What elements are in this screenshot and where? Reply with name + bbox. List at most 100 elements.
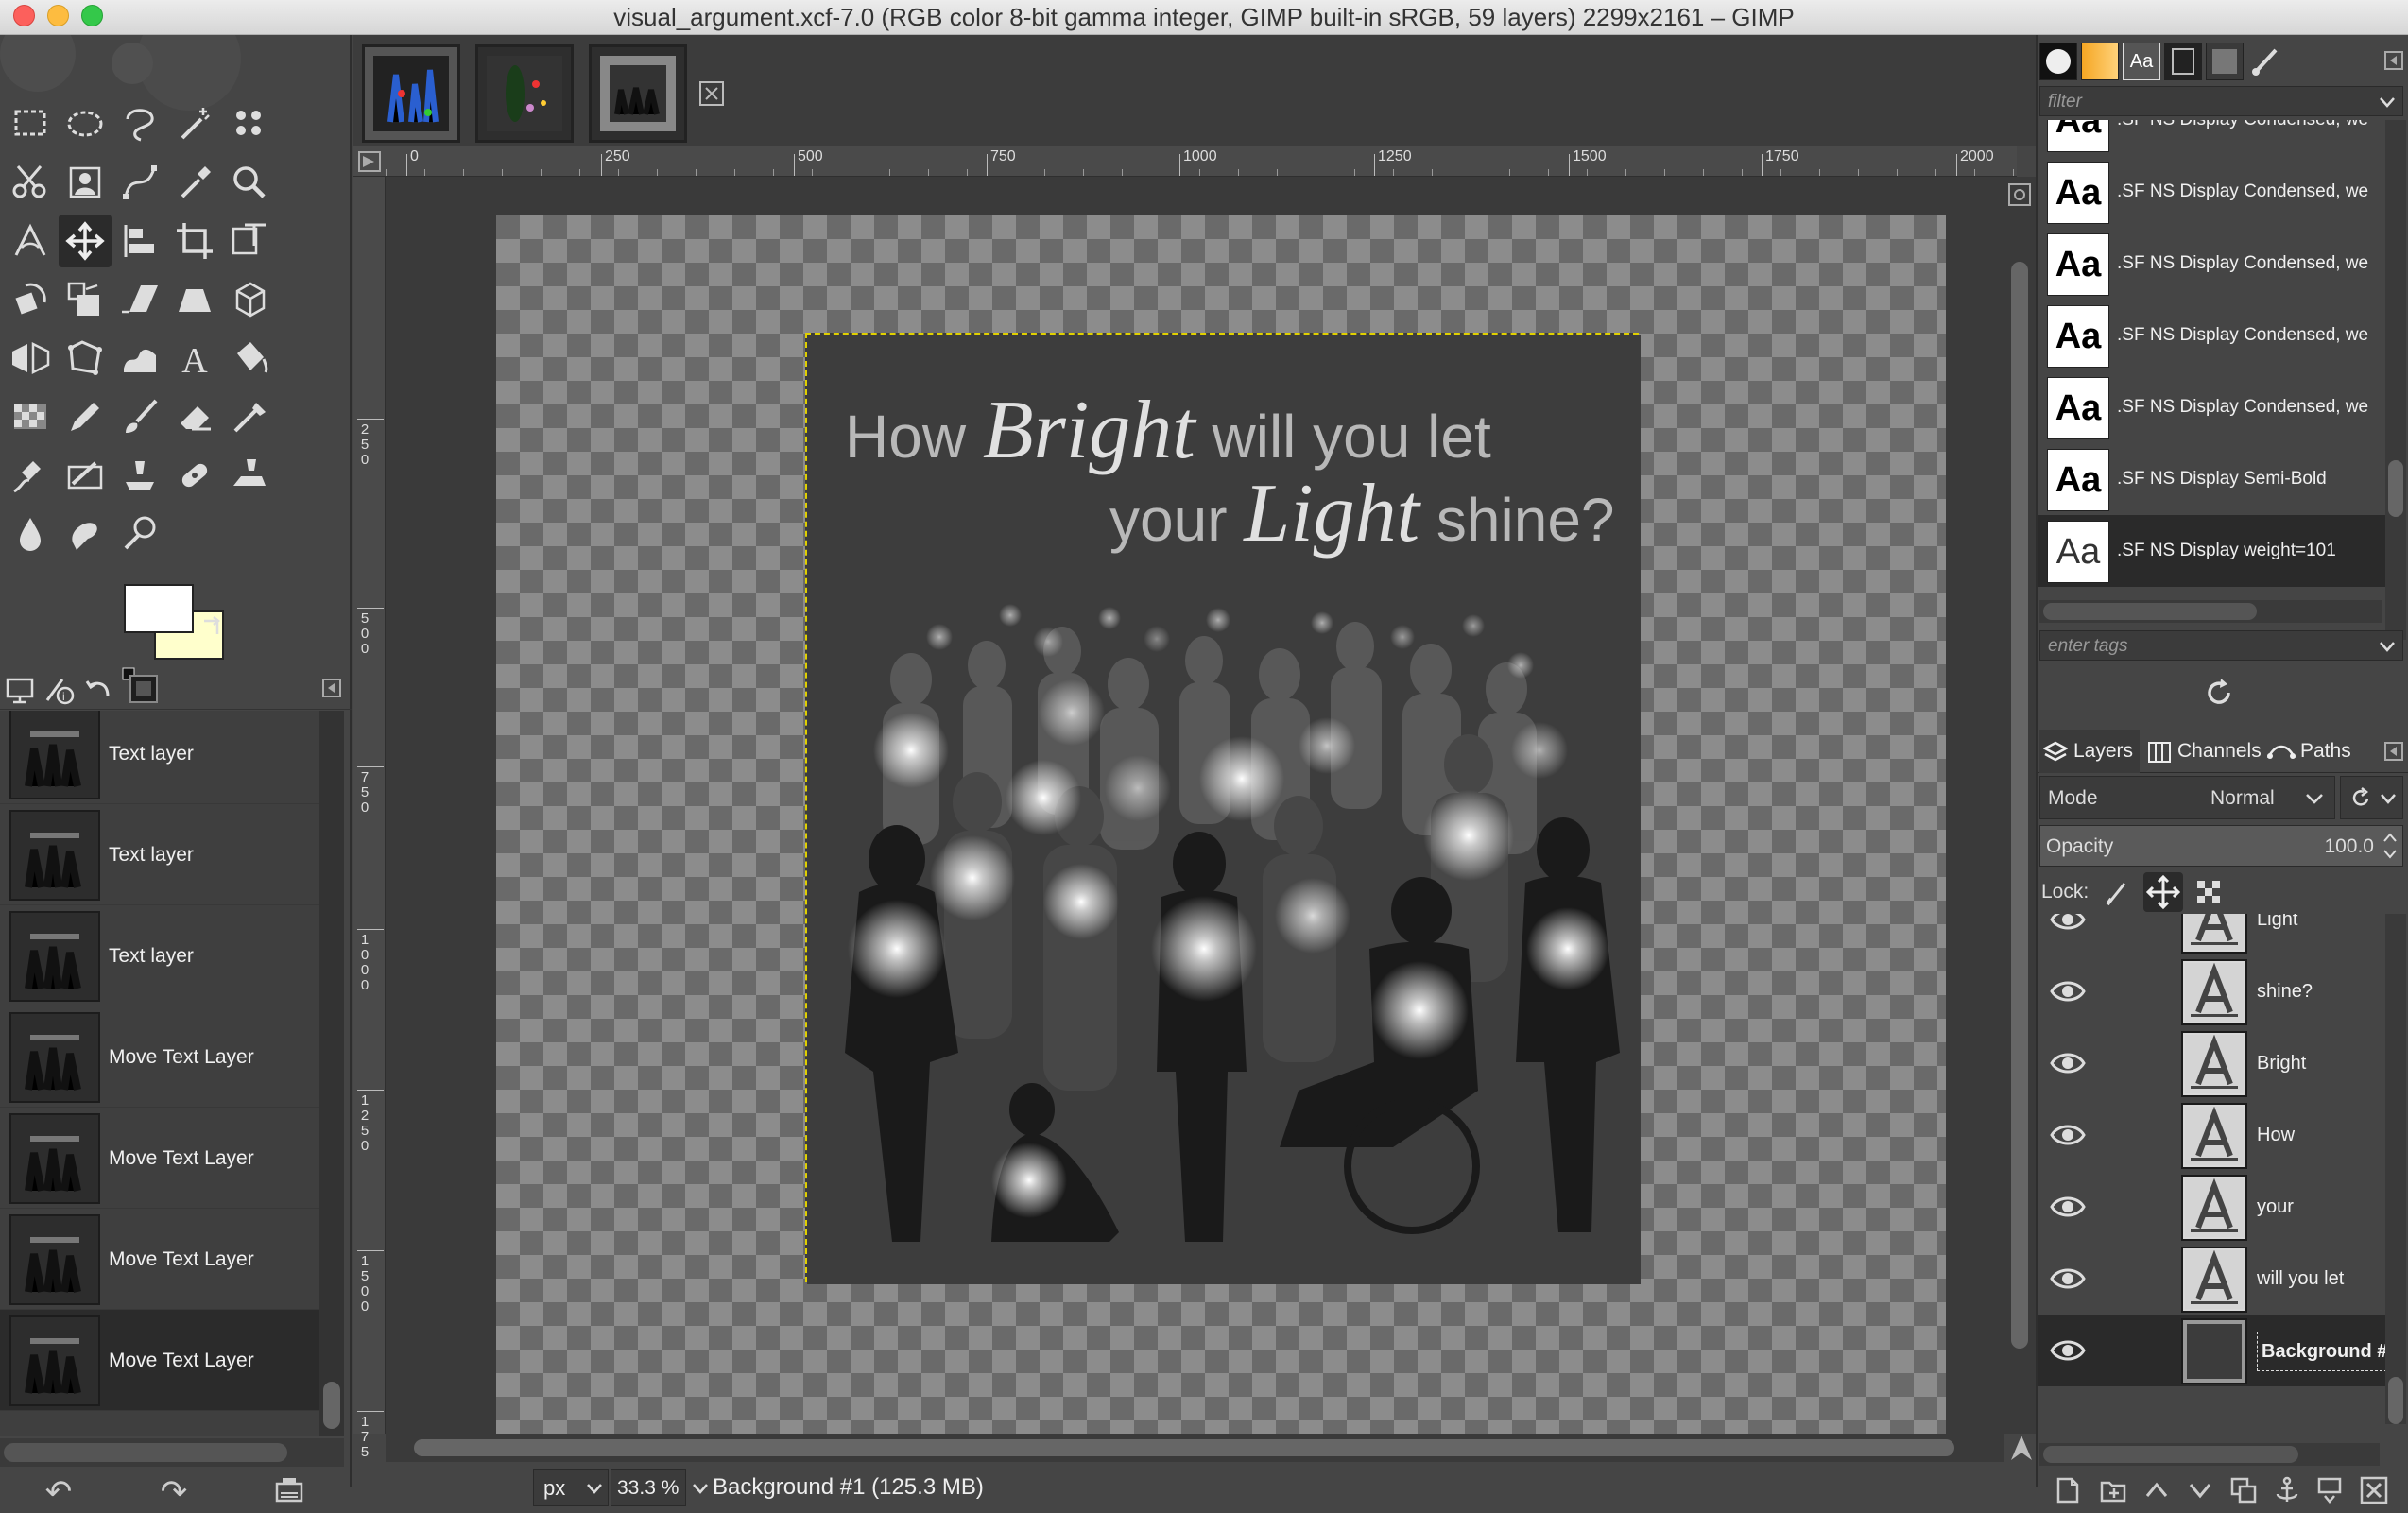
close-image-tab-icon[interactable] [698,80,725,107]
font-list-item[interactable]: Aa .SF NS Display weight=101 [2038,515,2385,587]
layer-mode-select[interactable]: Mode Normal [2039,776,2335,819]
tab-paths[interactable]: Paths [2264,730,2368,773]
undo-history-item[interactable]: Text layer [0,804,321,905]
perspective-tool-button[interactable] [168,273,221,326]
layer-row[interactable]: shine? [2038,955,2385,1027]
eye-icon[interactable] [2049,1046,2087,1080]
unified-transform-tool-button[interactable] [223,215,276,267]
eye-icon[interactable] [2049,1118,2087,1152]
canvas-hscrollbar[interactable] [386,1434,2032,1462]
crop-tool-button[interactable] [168,215,221,267]
measure-tool-button[interactable] [4,215,57,267]
undo-history-item[interactable]: Move Text Layer [0,1310,321,1411]
dodge-burn-tool-button[interactable] [113,507,166,560]
warp-tool-button[interactable] [113,332,166,385]
smudge-tool-button[interactable] [59,507,112,560]
shear-tool-button[interactable] [113,273,166,326]
font-list-item[interactable]: Aa.SF NS Display Condensed, we [2038,371,2385,443]
raise-layer-button[interactable] [2138,1471,2176,1509]
heal-tool-button[interactable] [168,449,221,502]
perspective-clone-tool-button[interactable] [223,449,276,502]
font-tags-input[interactable]: enter tags [2039,630,2403,661]
ellipse-select-tool-button[interactable] [59,97,112,150]
layers-scrollbar[interactable] [2385,914,2406,1424]
align-tool-button[interactable] [113,215,166,267]
select-by-color-tool-button[interactable] [223,97,276,150]
pencil-tool-button[interactable] [59,390,112,443]
patterns-tab-icon[interactable] [2081,43,2119,80]
rect-select-tool-button[interactable] [4,97,57,150]
font-filter-input[interactable]: filter [2039,86,2403,116]
image-tab-2[interactable] [475,44,574,143]
clone-tool-button[interactable] [113,449,166,502]
dock-menu-icon[interactable] [2383,741,2404,762]
zoom-to-fit-icon[interactable] [2007,182,2032,207]
unit-select[interactable]: px [533,1469,609,1506]
undo-history-item[interactable]: Text layer [0,711,321,804]
airbrush-tool-button[interactable] [223,390,276,443]
tab-channels[interactable]: Channels [2143,730,2262,773]
opacity-spin-buttons[interactable] [2380,828,2400,864]
font-list-item[interactable]: Aa.SF NS Display Condensed, we [2038,120,2385,156]
tool-options-tab-icon[interactable] [4,672,38,706]
eye-icon[interactable] [2049,974,2087,1008]
gradient-tool-button[interactable] [4,390,57,443]
swap-colors-icon[interactable] [200,613,225,638]
image-tab-3[interactable] [589,44,687,143]
blur-tool-button[interactable] [4,507,57,560]
quick-mask-corner-icon[interactable] [353,146,386,177]
mypaint-brush-tool-button[interactable] [59,449,112,502]
dock-menu-icon[interactable] [2383,50,2404,71]
lower-layer-button[interactable] [2181,1471,2219,1509]
layers-hscrollbar[interactable] [2039,1443,2380,1466]
refresh-fonts-button[interactable] [2200,676,2238,714]
scale-tool-button[interactable] [59,273,112,326]
free-select-tool-button[interactable] [113,97,166,150]
new-layer-group-button[interactable] [2094,1471,2132,1509]
cage-tool-button[interactable] [59,332,112,385]
rotate-tool-button[interactable] [4,273,57,326]
new-layer-button[interactable] [2049,1471,2087,1509]
canvas-vscrollbar[interactable] [2004,177,2036,1434]
device-status-tab-icon[interactable]: i [42,672,76,706]
ink-tool-button[interactable] [4,449,57,502]
font-list-item[interactable]: Aa .SF NS Display Semi-Bold [2038,443,2385,515]
lock-alpha-icon[interactable] [2194,878,2223,906]
undo-scrollbar[interactable] [319,711,344,1436]
flip-tool-button[interactable] [4,332,57,385]
font-list-item[interactable]: Aa.SF NS Display Condensed, we [2038,300,2385,371]
paintbrush-tool-button[interactable] [113,390,166,443]
font-list-hscrollbar[interactable] [2039,600,2382,623]
undo-hscrollbar[interactable] [0,1438,344,1467]
tab-layers[interactable]: Layers [2039,730,2140,773]
color-picker-tool-button[interactable] [168,156,221,209]
brushes-tab-icon[interactable] [2039,43,2077,80]
undo-history-item[interactable]: Move Text Layer [0,1209,321,1310]
image-viewport[interactable]: How Bright will you let your Light shine… [386,177,2004,1434]
3d-transform-tool-button[interactable] [223,273,276,326]
images-tab-icon[interactable] [127,672,161,706]
foreground-color-swatch[interactable] [124,584,194,633]
undo-history-item[interactable]: Text layer [0,905,321,1006]
font-list-item[interactable]: Aa.SF NS Display Condensed, we [2038,156,2385,228]
paths-tool-button[interactable] [113,156,166,209]
font-list-item[interactable]: Aa.SF NS Display Condensed, we [2038,228,2385,300]
layer-row[interactable]: Background # [2038,1315,2385,1386]
undo-button[interactable]: ↶ [38,1471,79,1513]
eye-icon[interactable] [2049,1190,2087,1224]
foreground-select-tool-button[interactable] [59,156,112,209]
eraser-tool-button[interactable] [168,390,221,443]
tool-presets-tab-icon[interactable] [2247,43,2285,80]
zoom-tool-button[interactable] [223,156,276,209]
fonts-tab-icon[interactable]: Aa [2123,43,2160,80]
eye-icon[interactable] [2049,1262,2087,1296]
merge-layer-button[interactable] [2312,1471,2349,1509]
duplicate-layer-button[interactable] [2225,1471,2262,1509]
layer-row[interactable]: your [2038,1171,2385,1243]
navigate-icon[interactable] [2007,1434,2036,1462]
undo-history-item[interactable]: Move Text Layer [0,1006,321,1108]
composite-mode-button[interactable] [2340,776,2403,819]
image-tab-1[interactable] [362,44,460,143]
scissors-tool-button[interactable] [4,156,57,209]
clear-undo-history-button[interactable] [268,1471,310,1513]
